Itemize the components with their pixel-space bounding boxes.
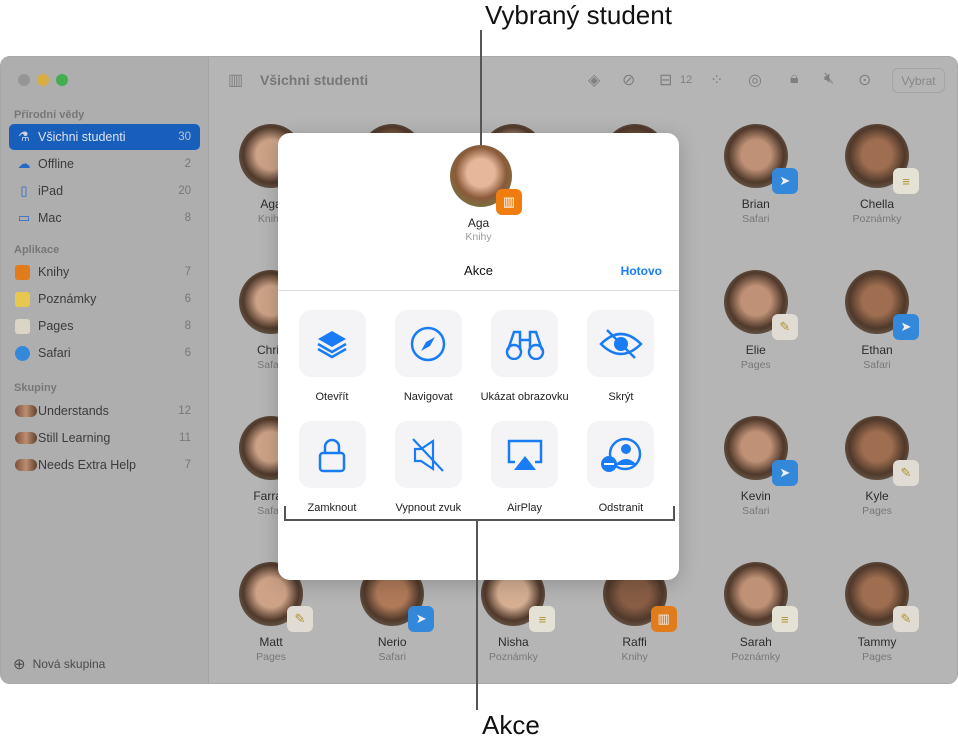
action-vypnout-zvuk[interactable]: Vypnout zvuk xyxy=(378,421,478,514)
action-skrýt[interactable]: Skrýt xyxy=(571,310,671,403)
bracket-left xyxy=(284,506,286,520)
selected-student-name: Aga xyxy=(467,216,490,230)
action-label: AirPlay xyxy=(507,502,543,514)
action-airplay[interactable]: AirPlay xyxy=(475,421,575,514)
lock-icon xyxy=(298,421,366,488)
action-label: Vypnout zvuk xyxy=(395,502,462,514)
selected-student-app: Knihy xyxy=(465,231,492,243)
action-label: Navigovat xyxy=(403,391,453,403)
layers-icon xyxy=(298,310,366,377)
done-button[interactable]: Hotovo xyxy=(621,264,662,278)
eye-slash-icon xyxy=(587,310,655,377)
person-remove-icon xyxy=(587,421,655,488)
airplay-icon xyxy=(491,421,559,488)
callout-line xyxy=(476,520,478,710)
callout-line xyxy=(480,30,482,145)
action-zamknout[interactable]: Zamknout xyxy=(282,421,382,514)
action-otevřít[interactable]: Otevřít xyxy=(282,310,382,403)
bracket-right xyxy=(673,506,675,520)
action-label: Zamknout xyxy=(307,502,357,514)
speaker-mute-icon xyxy=(394,421,462,488)
actions-sheet: ▥ Aga Knihy Akce Hotovo Otevřít Navigovat… xyxy=(278,133,679,580)
action-label: Skrýt xyxy=(608,391,634,403)
divider xyxy=(278,290,679,291)
selected-student-avatar: ▥ xyxy=(450,145,522,215)
binoculars-icon xyxy=(491,310,559,377)
action-label: Odstranit xyxy=(598,502,644,514)
action-ukázat-obrazovku[interactable]: Ukázat obrazovku xyxy=(475,310,575,403)
books-app-icon: ▥ xyxy=(496,189,522,215)
action-navigovat[interactable]: Navigovat xyxy=(378,310,478,403)
compass-icon xyxy=(394,310,462,377)
action-label: Otevřít xyxy=(315,391,349,403)
callout-actions: Akce xyxy=(482,710,540,740)
action-odstranit[interactable]: Odstranit xyxy=(571,421,671,514)
bracket-bottom xyxy=(284,519,675,521)
action-label: Ukázat obrazovku xyxy=(480,391,569,403)
sheet-title: Akce xyxy=(464,263,493,278)
callout-selected-student: Vybraný student xyxy=(485,0,672,30)
